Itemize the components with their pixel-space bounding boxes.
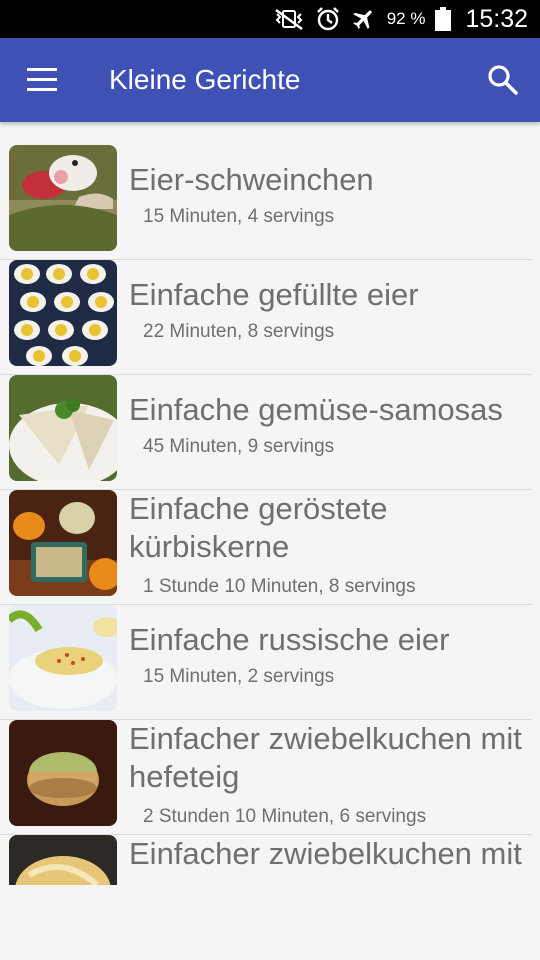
recipe-image-deviled-eggs [9,260,117,366]
menu-icon[interactable] [27,68,57,92]
battery-icon [435,7,452,31]
recipe-row[interactable]: Einfache geröstete kürbiskerne 1 Stunde … [0,490,532,605]
recipe-meta: 15 Minuten, 2 servings [143,666,335,687]
recipe-title: Einfacher zwiebelkuchen mit hefeteig [129,721,522,794]
recipe-title: Einfacher zwiebelkuchen mit ... [129,836,522,885]
recipe-image-onion-cake [9,720,117,826]
recipe-meta: 45 Minuten, 9 servings [143,436,335,457]
recipe-row[interactable]: Eier-schweinchen 15 Minuten, 4 servings [0,145,532,260]
status-bar: 92 % 15:32 [0,0,540,38]
recipe-title: Einfache geröstete kürbiskerne [129,491,388,564]
recipe-row[interactable]: Einfache gefüllte eier 22 Minuten, 8 ser… [0,260,532,375]
recipe-row[interactable]: Einfache gemüse-samosas 45 Minuten, 9 se… [0,375,532,490]
recipe-image-samosas [9,375,117,481]
recipe-row[interactable]: Einfacher zwiebelkuchen mit ... [0,835,532,885]
airplane-mode-icon [352,10,372,29]
recipe-title: Eier-schweinchen [129,162,374,197]
vibrate-mute-icon [274,8,303,30]
recipe-image-russian-eggs [9,605,117,711]
recipe-image-pig-egg [9,145,117,251]
recipe-image-pumpkin-seeds [9,490,117,596]
recipe-title: Einfache gefüllte eier [129,277,419,312]
recipe-row[interactable]: Einfacher zwiebelkuchen mit hefeteig 2 S… [0,720,532,835]
alarm-icon [316,7,339,31]
page-title: Kleine Gerichte [109,64,301,95]
battery-percentage: 92 % [386,9,426,28]
recipe-meta: 22 Minuten, 8 servings [143,321,335,342]
recipe-row[interactable]: Einfache russische eier 15 Minuten, 2 se… [0,605,532,720]
app-bar: Kleine Gerichte [0,38,540,122]
recipe-image-onion-cake-2 [9,835,117,885]
recipe-list: Eier-schweinchen 15 Minuten, 4 servings [0,145,540,885]
status-clock: 15:32 [465,4,528,33]
recipe-meta: 15 Minuten, 4 servings [143,206,335,227]
recipe-meta: 1 Stunde 10 Minuten, 8 servings [143,576,416,597]
search-icon[interactable] [486,63,520,97]
recipe-meta: 2 Stunden 10 Minuten, 6 servings [143,806,427,827]
recipe-title: Einfache gemüse-samosas [129,392,503,427]
recipe-title: Einfache russische eier [129,622,450,657]
